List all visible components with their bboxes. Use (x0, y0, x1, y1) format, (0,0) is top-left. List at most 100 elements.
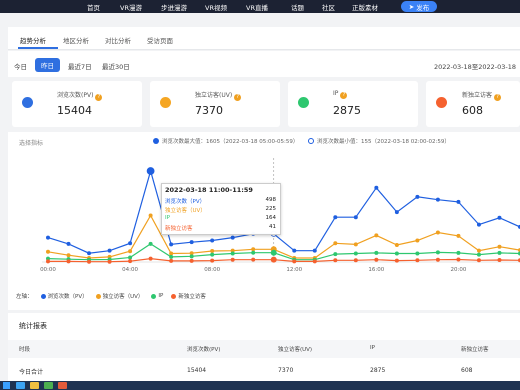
filter-yesterday[interactable]: 昨日 (35, 58, 60, 72)
nav-item-step-tour[interactable]: 步进漫游 (161, 2, 187, 12)
stat-value: 2875 (333, 104, 361, 117)
data-point (394, 243, 399, 248)
tab-compare[interactable]: 对比分析 (105, 35, 131, 45)
data-point (497, 258, 502, 263)
windows-start-icon[interactable] (3, 382, 10, 389)
data-point (66, 259, 71, 264)
data-point (292, 248, 297, 253)
data-point (251, 250, 256, 255)
series-line-1 (47, 214, 520, 259)
taskbar-app-icon[interactable] (16, 382, 25, 389)
data-point (270, 256, 277, 263)
help-icon[interactable]: ? (494, 94, 502, 101)
data-point (169, 254, 174, 259)
legend-item-ip[interactable]: IP (151, 293, 163, 299)
data-point (497, 215, 502, 220)
os-taskbar (0, 381, 520, 390)
help-icon[interactable]: ? (95, 94, 103, 101)
nav-item-topics[interactable]: 话题 (291, 2, 304, 12)
data-point (415, 194, 420, 199)
data-point (333, 215, 338, 220)
publish-label: 发布 (416, 3, 430, 12)
x-tick-label: 16:00 (368, 267, 384, 273)
taskbar-app-icon[interactable] (30, 382, 39, 389)
new-visitor-dot-icon (436, 97, 447, 108)
data-point (456, 250, 461, 255)
x-tick-label: 04:00 (122, 267, 138, 273)
nav-item-community[interactable]: 社区 (322, 2, 335, 12)
data-point (146, 167, 155, 175)
data-point (128, 255, 133, 260)
legend-item-new-visitors[interactable]: 新独立访客 (171, 292, 206, 300)
tooltip-title: 2022-03-18 11:00-11:59 (165, 186, 253, 194)
legend-item-pv[interactable]: 浏览次数（PV） (40, 292, 88, 300)
stat-value: 7370 (195, 104, 223, 117)
nav-item-vr-live[interactable]: VR直播 (246, 2, 268, 12)
data-point (497, 244, 502, 249)
stat-card-ip: IP? 2875 (288, 81, 418, 127)
tab-trend[interactable]: 趋势分析 (20, 35, 46, 45)
data-point (128, 259, 133, 264)
data-point (415, 251, 420, 256)
legend-item-uv[interactable]: 独立访客（UV） (95, 292, 143, 300)
publish-button[interactable]: ➤ 发布 (401, 1, 437, 12)
data-point (148, 213, 153, 218)
th-pv: 浏览次数(PV) (187, 347, 221, 353)
stat-card-new-visitors: 新独立访客? 608 (426, 81, 520, 127)
data-point (394, 251, 399, 256)
data-point (333, 258, 338, 263)
data-point (312, 248, 317, 253)
data-point (230, 251, 235, 256)
data-point (374, 250, 379, 255)
td-uv: 7370 (278, 367, 294, 374)
pv-dot-icon (22, 97, 33, 108)
data-point (497, 250, 502, 255)
help-icon[interactable]: ? (340, 92, 348, 99)
filter-last-7-days[interactable]: 最近7日 (68, 61, 92, 71)
top-navigation: 首页 VR漫游 步进漫游 VR视频 VR直播 话题 社区 正版素材 ➤ 发布 (0, 0, 520, 13)
data-point (46, 235, 51, 240)
ip-dot-icon (298, 97, 309, 108)
data-point (66, 253, 71, 258)
filter-last-30-days[interactable]: 最近30日 (102, 61, 130, 71)
data-point (333, 252, 338, 257)
chart-legend: 左轴： 浏览次数（PV） 独立访客（UV） IP 新独立访客 (16, 292, 206, 300)
data-point (230, 257, 235, 262)
nav-item-assets[interactable]: 正版素材 (352, 2, 378, 12)
table-row: 今日合计 15404 7370 2875 608 (8, 365, 520, 379)
taskbar-app-icon[interactable] (44, 382, 53, 389)
nav-item-vr-video[interactable]: VR视频 (205, 2, 227, 12)
date-range[interactable]: 2022-03-18至2022-03-18 (434, 61, 516, 71)
taskbar-app-icon[interactable] (58, 382, 67, 389)
data-point (435, 257, 440, 262)
tab-pages[interactable]: 受访页面 (147, 35, 173, 45)
data-point (107, 248, 112, 253)
stat-value: 608 (462, 104, 483, 117)
data-point (456, 233, 461, 238)
data-point (353, 251, 358, 256)
data-point (210, 252, 215, 257)
th-new-visitors: 新独立访客 (461, 347, 489, 353)
data-point (128, 241, 133, 246)
help-icon[interactable]: ? (234, 94, 242, 101)
nav-item-home[interactable]: 首页 (87, 2, 100, 12)
data-point (230, 235, 235, 240)
data-point (189, 254, 194, 259)
data-point (435, 230, 440, 235)
nav-item-vr-tour[interactable]: VR漫游 (120, 2, 142, 12)
data-point (292, 259, 297, 264)
data-point (353, 258, 358, 263)
x-tick-label: 12:00 (286, 267, 302, 273)
data-point (189, 258, 194, 263)
tab-region[interactable]: 地区分析 (63, 35, 89, 45)
tooltip-row-pv: 浏览次数（PV） 498 (165, 197, 276, 205)
td-ip: 2875 (370, 367, 386, 374)
data-point (210, 258, 215, 263)
data-point (169, 242, 174, 247)
filter-today[interactable]: 今日 (14, 61, 27, 71)
stat-label: 浏览次数(PV)? (57, 90, 103, 101)
data-point (415, 238, 420, 243)
table-header: 时段 浏览次数(PV) 独立访客(UV) IP 新独立访客 (8, 340, 520, 358)
data-point (169, 251, 174, 256)
series-line-2 (47, 243, 520, 261)
